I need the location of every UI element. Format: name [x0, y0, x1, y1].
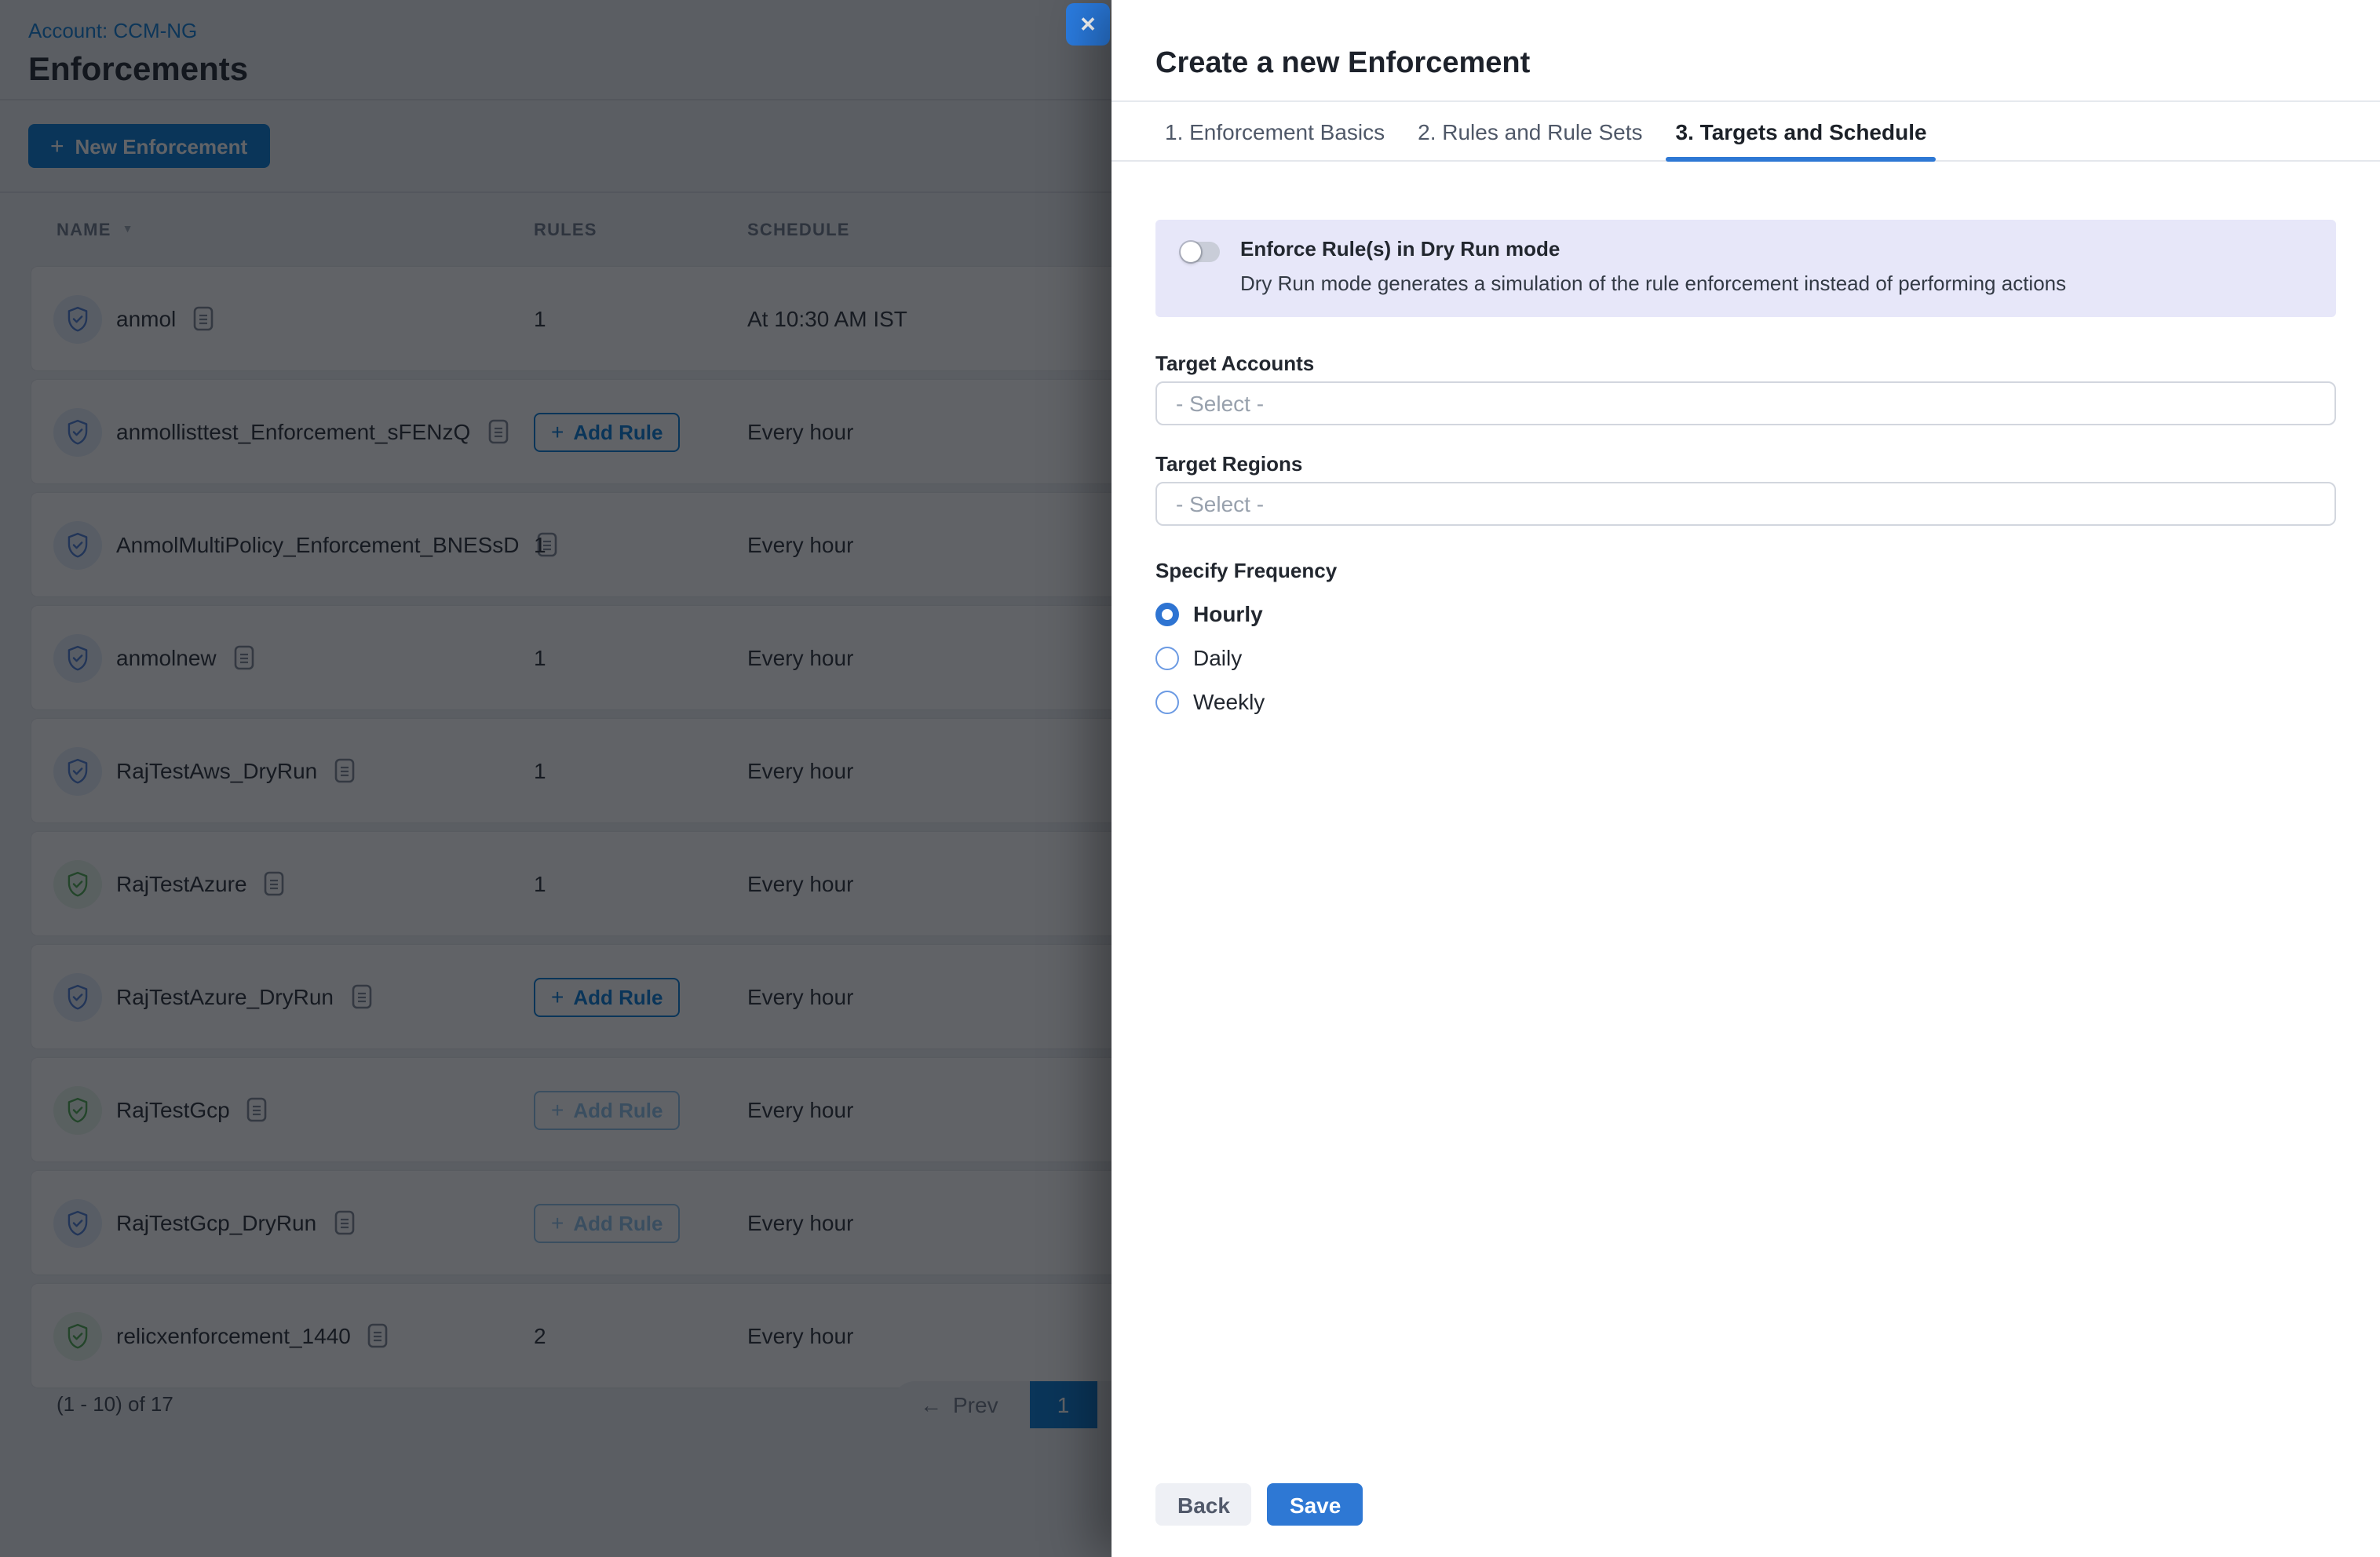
drawer-body: Enforce Rule(s) in Dry Run mode Dry Run … — [1112, 220, 2380, 714]
radio-icon — [1155, 690, 1179, 713]
specify-frequency-label: Specify Frequency — [1155, 559, 2336, 582]
frequency-radio-weekly[interactable]: Weekly — [1155, 689, 2336, 714]
radio-icon — [1155, 602, 1179, 625]
target-accounts-label: Target Accounts — [1155, 352, 2336, 375]
radio-icon — [1155, 646, 1179, 669]
back-button[interactable]: Back — [1155, 1483, 1252, 1526]
close-drawer-button[interactable]: ✕ — [1066, 3, 1110, 46]
drawer-tab-2[interactable]: 2. Rules and Rule Sets — [1408, 102, 1652, 160]
save-button[interactable]: Save — [1268, 1483, 1363, 1526]
dry-run-banner: Enforce Rule(s) in Dry Run mode Dry Run … — [1155, 220, 2336, 317]
close-icon: ✕ — [1079, 12, 1097, 37]
drawer-tab-1[interactable]: 1. Enforcement Basics — [1155, 102, 1394, 160]
drawer-footer: Back Save — [1155, 1483, 1363, 1526]
radio-label: Daily — [1193, 645, 1242, 670]
target-regions-label: Target Regions — [1155, 452, 2336, 476]
frequency-radio-group: Hourly Daily Weekly — [1155, 601, 2336, 714]
target-accounts-select[interactable]: - Select - — [1155, 381, 2336, 425]
toggle-knob-icon — [1181, 242, 1201, 262]
target-accounts-group: Target Accounts - Select - — [1155, 352, 2336, 425]
drawer-tab-3[interactable]: 3. Targets and Schedule — [1666, 102, 1936, 160]
radio-label: Weekly — [1193, 689, 1265, 714]
create-enforcement-drawer: Create a new Enforcement 1. Enforcement … — [1112, 0, 2380, 1557]
drawer-title: Create a new Enforcement — [1112, 0, 2380, 82]
target-accounts-placeholder: - Select - — [1176, 391, 1264, 416]
target-regions-group: Target Regions - Select - — [1155, 452, 2336, 526]
target-regions-placeholder: - Select - — [1176, 491, 1264, 516]
dry-run-title: Enforce Rule(s) in Dry Run mode — [1240, 239, 2311, 261]
target-regions-select[interactable]: - Select - — [1155, 482, 2336, 526]
dry-run-description: Dry Run mode generates a simulation of t… — [1240, 272, 2311, 295]
frequency-radio-daily[interactable]: Daily — [1155, 645, 2336, 670]
drawer-tabbar: 1. Enforcement Basics 2. Rules and Rule … — [1112, 100, 2380, 162]
dry-run-toggle[interactable] — [1181, 242, 1220, 262]
radio-label: Hourly — [1193, 601, 1263, 626]
frequency-radio-hourly[interactable]: Hourly — [1155, 601, 2336, 626]
app-window: Account: CCM-NG Enforcements + New Enfor… — [0, 0, 2380, 1557]
